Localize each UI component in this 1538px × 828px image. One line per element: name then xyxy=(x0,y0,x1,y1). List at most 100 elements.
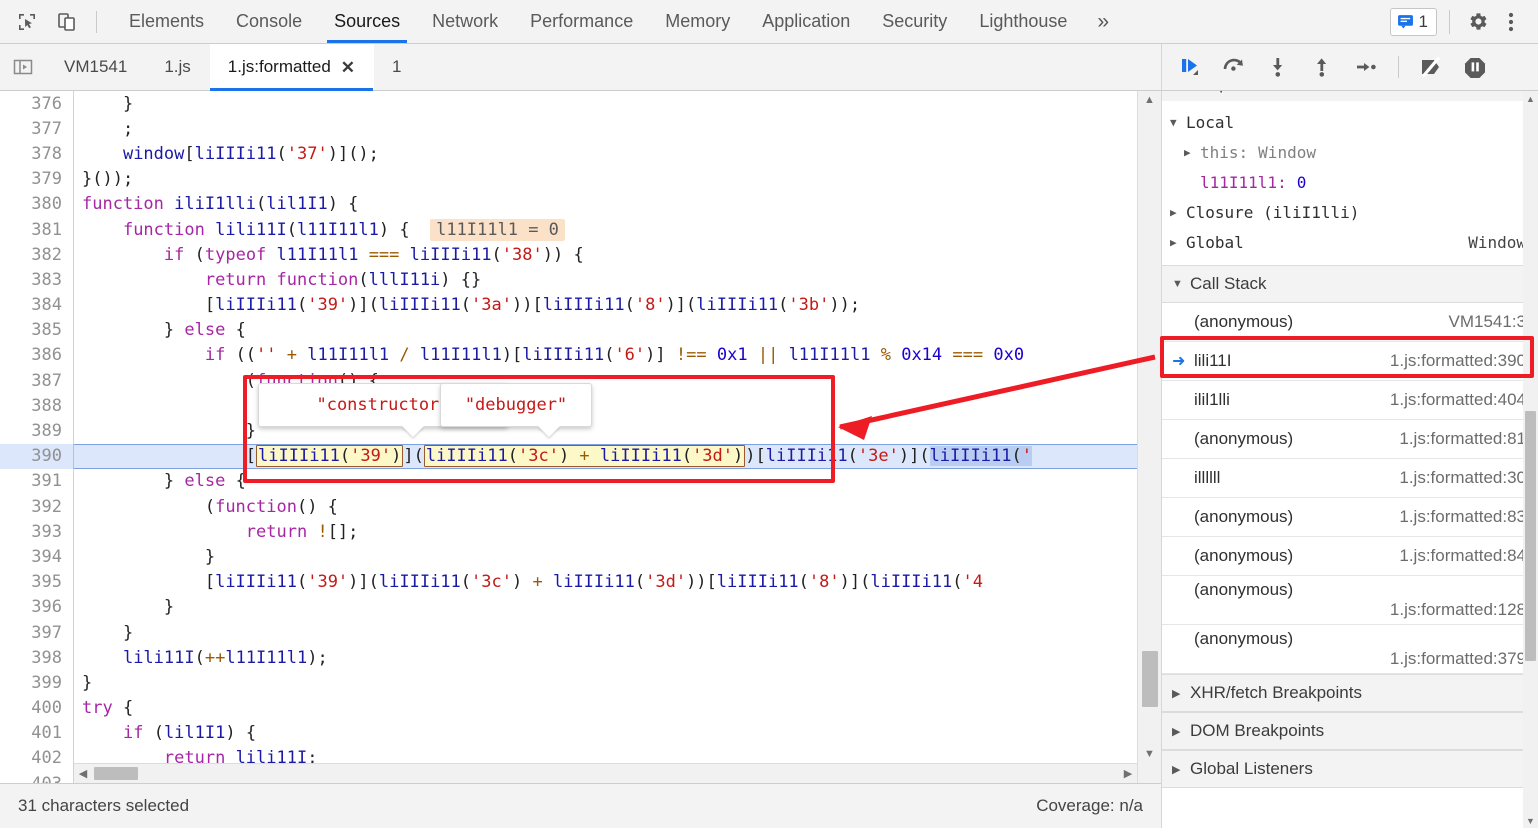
sidebar-section-header[interactable]: ▶ DOM Breakpoints xyxy=(1162,712,1538,750)
call-stack-frame[interactable]: (anonymous) 1.js:formatted:83 xyxy=(1162,498,1538,537)
code-line[interactable]: 378 window[liIIIi11('37')](); xyxy=(0,141,1161,167)
line-number[interactable]: 379 xyxy=(0,166,74,192)
tab-security[interactable]: Security xyxy=(866,0,963,43)
line-number[interactable]: 402 xyxy=(0,745,74,772)
code-line-text[interactable]: [liIIIi11('39')](liIIIi11('3c') + liIIIi… xyxy=(74,572,983,592)
tab-lighthouse[interactable]: Lighthouse xyxy=(963,0,1083,43)
code-line[interactable]: 396 } xyxy=(0,594,1161,620)
call-stack-frame[interactable]: (anonymous) VM1541:3 xyxy=(1162,303,1538,342)
code-line[interactable]: 376 } xyxy=(0,91,1161,117)
step-out-of-current-function-button[interactable] xyxy=(1308,53,1336,81)
scroll-up-arrow-icon[interactable]: ▲ xyxy=(1138,91,1161,109)
code-lines-container[interactable]: 376 } 377 ; 378 window[liIIIi11('37')](); 3… xyxy=(0,91,1161,783)
tab-application[interactable]: Application xyxy=(746,0,866,43)
source-code-editor[interactable]: 376 } 377 ; 378 window[liIIIi11('37')](); 3… xyxy=(0,91,1161,783)
code-line[interactable]: 386 if (('' + l11I11l1 / l11I11l1)[liIII… xyxy=(0,342,1161,369)
device-toolbar-icon[interactable] xyxy=(54,9,80,35)
code-line[interactable]: 401 if (lil1I1) { xyxy=(0,720,1161,746)
code-line[interactable]: 399} xyxy=(0,670,1161,696)
line-number[interactable]: 378 xyxy=(0,141,74,167)
step-button[interactable] xyxy=(1352,53,1380,81)
more-panels-chevron-icon[interactable]: » xyxy=(1083,0,1123,43)
issues-counter-button[interactable]: 1 xyxy=(1389,7,1437,36)
inspect-element-icon[interactable] xyxy=(14,9,40,35)
call-stack-frame[interactable]: illllll 1.js:formatted:30 xyxy=(1162,459,1538,498)
editor-horizontal-scrollbar[interactable]: ◀ ▶ xyxy=(74,763,1137,783)
code-line-text[interactable]: return ![]; xyxy=(74,522,359,542)
code-line-text[interactable]: if (typeof l11I11l1 === liIIIi11('38')) … xyxy=(74,245,584,265)
line-number[interactable]: 391 xyxy=(0,468,74,494)
code-line-text[interactable]: window[liIIIi11('37')](); xyxy=(74,144,379,164)
horizontal-scroll-thumb[interactable] xyxy=(94,767,138,780)
code-line[interactable]: 391 } else { xyxy=(0,468,1161,494)
step-over-next-function-call-button[interactable] xyxy=(1220,53,1248,81)
code-line[interactable]: 394 } xyxy=(0,544,1161,570)
line-number[interactable]: 380 xyxy=(0,191,74,217)
code-line-text[interactable]: lili11I(++l11I11l1); xyxy=(74,648,328,668)
code-line-text[interactable]: if (('' + l11I11l1 / l11I11l1)[liIIIi11(… xyxy=(74,345,1024,365)
scope-row[interactable]: ▼ Local xyxy=(1162,107,1538,137)
code-line[interactable]: 384 [liIIIi11('39')](liIIIi11('3a'))[liI… xyxy=(0,292,1161,318)
line-number[interactable]: 401 xyxy=(0,720,74,746)
line-number[interactable]: 392 xyxy=(0,494,74,520)
tab-sources[interactable]: Sources xyxy=(318,0,416,43)
code-line-text[interactable]: [liIIIi11('39')](liIIIi11('3a'))[liIIIi1… xyxy=(74,295,860,315)
call-stack-frame[interactable]: (anonymous) 1.js:formatted:128 xyxy=(1162,576,1538,625)
code-line-text[interactable]: function lili11I(l11I11l1) { l11I11l1 = … xyxy=(74,218,565,241)
code-line[interactable]: 397 } xyxy=(0,619,1161,646)
code-line[interactable]: 400 try { xyxy=(0,695,1161,721)
code-line[interactable]: 398 lili11I(++l11I11l1); xyxy=(0,645,1161,671)
sidebar-vertical-scrollbar[interactable]: ▲ ▼ xyxy=(1523,91,1538,828)
tab-memory[interactable]: Memory xyxy=(649,0,746,43)
sidebar-collapsed-sections[interactable]: ▶ XHR/fetch Breakpoints ▶ DOM Breakpoints ▶ G… xyxy=(1162,674,1538,788)
line-number[interactable]: 381 xyxy=(0,216,74,243)
line-number[interactable]: 376 xyxy=(0,91,74,117)
code-line[interactable]: 377 ; xyxy=(0,116,1161,142)
file-tab-vm1541[interactable]: VM1541 xyxy=(46,44,146,90)
tab-network[interactable]: Network xyxy=(416,0,514,43)
line-number[interactable]: 389 xyxy=(0,418,74,444)
chevron-down-icon[interactable]: ▼ xyxy=(1170,116,1182,129)
sidebar-scroll-up-arrow-icon[interactable]: ▲ xyxy=(1523,91,1538,106)
sidebar-section-header[interactable]: ▶ Global Listeners xyxy=(1162,750,1538,788)
code-line-text[interactable]: (function() { xyxy=(74,497,338,517)
code-line-text[interactable]: }()); xyxy=(74,169,133,189)
line-number[interactable]: 394 xyxy=(0,544,74,570)
code-line[interactable]: 383 return function(lllI11i) {} xyxy=(0,267,1161,293)
code-line[interactable]: 390 [liIIIi11('39')](liIIIi11('3c') + li… xyxy=(0,443,1161,470)
code-line[interactable]: 382 if (typeof l11I11l1 === liIIIi11('38… xyxy=(0,242,1161,268)
scope-variable-list[interactable]: ▼ Local ▶ this: Window l11I11l1: 0 ▶ Closure (il… xyxy=(1162,101,1538,265)
scope-row[interactable]: l11I11l1: 0 xyxy=(1162,167,1538,197)
pause-on-exceptions-button[interactable] xyxy=(1461,53,1489,81)
call-stack-section-header[interactable]: ▼ Call Stack xyxy=(1162,265,1538,303)
file-tab-1[interactable]: 1 xyxy=(374,44,420,90)
line-number[interactable]: 397 xyxy=(0,619,74,646)
close-icon[interactable]: ✕ xyxy=(341,59,355,76)
editor-vertical-scrollbar[interactable]: ▲ ▼ xyxy=(1137,91,1161,783)
tab-performance[interactable]: Performance xyxy=(514,0,649,43)
line-number[interactable]: 382 xyxy=(0,242,74,268)
resume-script-execution-button[interactable] xyxy=(1176,53,1204,81)
file-tab-1js[interactable]: 1.js xyxy=(146,44,209,90)
line-number[interactable]: 386 xyxy=(0,342,74,369)
deactivate-breakpoints-button[interactable] xyxy=(1417,53,1445,81)
line-number[interactable]: 400 xyxy=(0,695,74,721)
call-stack-frame[interactable]: ➜ lili11I 1.js:formatted:390 xyxy=(1162,342,1538,381)
code-line-text[interactable]: } xyxy=(74,94,133,114)
code-line[interactable]: 379}()); xyxy=(0,166,1161,192)
sidebar-scroll-thumb[interactable] xyxy=(1525,411,1536,661)
sidebar-scroll-down-arrow-icon[interactable]: ▼ xyxy=(1523,813,1538,828)
scroll-right-arrow-icon[interactable]: ▶ xyxy=(1119,767,1137,780)
chevron-right-icon[interactable]: ▶ xyxy=(1184,146,1196,159)
line-number[interactable]: 385 xyxy=(0,317,74,343)
line-number[interactable]: 399 xyxy=(0,670,74,696)
sidebar-section-header[interactable]: ▶ XHR/fetch Breakpoints xyxy=(1162,674,1538,712)
tab-elements[interactable]: Elements xyxy=(113,0,220,43)
line-number[interactable]: 388 xyxy=(0,393,74,419)
code-line-text[interactable]: if (lil1I1) { xyxy=(74,723,256,743)
line-number[interactable]: 393 xyxy=(0,519,74,545)
line-number[interactable]: 390 xyxy=(0,443,74,469)
chevron-right-icon[interactable]: ▶ xyxy=(1170,206,1182,219)
call-stack-frame[interactable]: (anonymous) 1.js:formatted:84 xyxy=(1162,537,1538,576)
code-line[interactable]: 381 function lili11I(l11I11l1) { l11I11l… xyxy=(0,216,1161,243)
